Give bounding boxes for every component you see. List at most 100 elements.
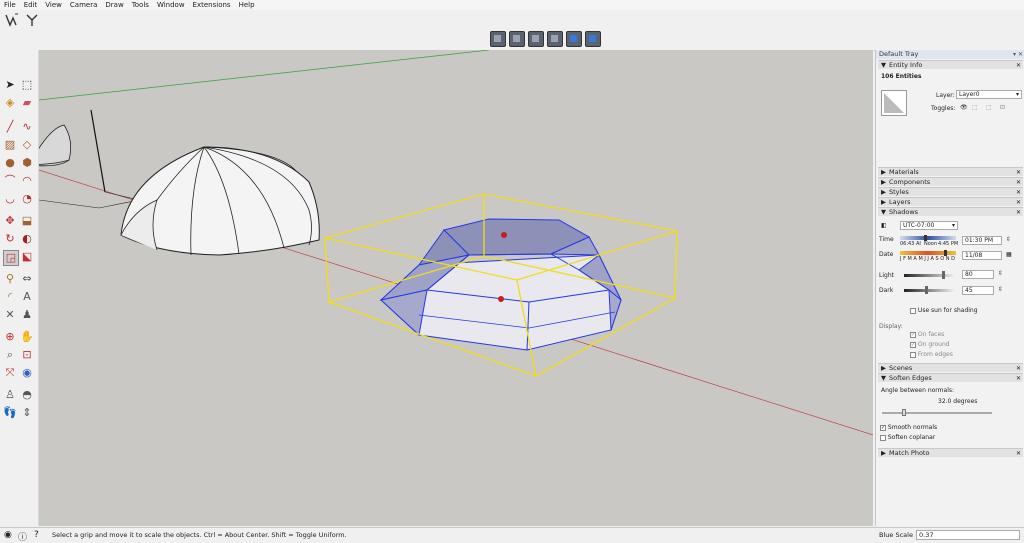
menu-edit[interactable]: Edit — [20, 0, 42, 10]
lock-icon[interactable]: ⊡ — [1000, 104, 1005, 111]
on-ground-checkbox[interactable]: ✓ On ground — [910, 341, 950, 348]
3d-text-icon[interactable]: ♟ — [20, 308, 34, 322]
menu-tools[interactable]: Tools — [128, 0, 153, 10]
date-input[interactable]: 11/08 — [962, 251, 1002, 260]
make-component-icon[interactable]: ⬚ — [20, 78, 34, 92]
smooth-normals-checkbox[interactable]: ✓ Smooth normals — [880, 424, 937, 431]
push-pull-icon[interactable]: ⬓ — [20, 214, 34, 228]
dark-slider[interactable] — [904, 289, 954, 292]
light-spinner-icon[interactable]: ⇳ — [998, 270, 1003, 277]
geo-location-icon[interactable]: ◉ — [4, 530, 12, 540]
use-sun-box[interactable] — [910, 307, 916, 314]
left-view-icon[interactable] — [585, 31, 601, 47]
zoom-icon[interactable]: ⌕ — [3, 348, 17, 362]
look-around-icon[interactable]: ◓ — [20, 388, 34, 402]
angle-slider-thumb[interactable] — [902, 409, 906, 416]
panel-match-photo-header[interactable]: ▶ Match Photo ✕ — [878, 448, 1023, 457]
date-slider[interactable] — [900, 251, 956, 255]
rotated-rectangle-icon[interactable]: ◇ — [20, 138, 34, 152]
paint-bucket-icon[interactable]: ◈ — [3, 96, 17, 110]
sandbox-smoove-icon[interactable] — [24, 12, 40, 28]
zoom-extents-icon[interactable]: ⤧ — [3, 366, 17, 380]
soften-coplanar-checkbox[interactable]: Soften coplanar — [880, 434, 935, 441]
calendar-icon[interactable]: ▦ — [1006, 251, 1012, 258]
layer-select[interactable]: Layer0 ▾ — [956, 90, 1022, 99]
rotate-icon[interactable]: ↻ — [3, 232, 17, 246]
time-slider[interactable] — [900, 236, 956, 240]
offset-icon[interactable]: ⬕ — [20, 250, 34, 264]
tape-measure-icon[interactable]: ⚲ — [3, 272, 17, 286]
dark-slider-thumb[interactable] — [924, 286, 928, 294]
dimension-icon[interactable]: ⇔ — [20, 272, 34, 286]
panel-materials-header[interactable]: ▶ Materials ✕ — [878, 167, 1023, 176]
right-view-icon[interactable] — [547, 31, 563, 47]
help-icon[interactable]: ? — [34, 530, 39, 540]
time-input[interactable]: 01:30 PM — [962, 236, 1002, 245]
receive-shadows-icon[interactable]: ⬚ — [986, 104, 992, 111]
follow-me-icon[interactable]: ◐ — [20, 232, 34, 246]
position-camera-icon[interactable]: ♙ — [3, 388, 17, 402]
previous-view-icon[interactable]: ◉ — [20, 366, 34, 380]
scale-icon[interactable]: ◲ — [3, 250, 19, 266]
circle-icon[interactable]: ● — [3, 156, 17, 170]
polygon-icon[interactable]: ⬢ — [20, 156, 34, 170]
zoom-window-icon[interactable]: ⊡ — [20, 348, 34, 362]
soften-coplanar-box[interactable] — [880, 434, 886, 441]
measurements-input[interactable]: 0.37 — [916, 530, 1020, 540]
timezone-select[interactable]: UTC-07:00 ▾ — [900, 221, 958, 230]
rectangle-icon[interactable]: ▨ — [3, 138, 17, 152]
axes-icon[interactable]: ✕ — [3, 308, 17, 322]
panel-scenes-header[interactable]: ▶ Scenes ✕ — [878, 363, 1023, 372]
panel-soften-edges-header[interactable]: ▼ Soften Edges ✕ — [878, 373, 1023, 382]
arc-icon[interactable]: ⌒ — [3, 174, 17, 188]
tray-window-controls[interactable]: ▾ ✕ — [1013, 50, 1023, 59]
menu-view[interactable]: View — [41, 0, 66, 10]
cast-shadows-icon[interactable]: ⬚ — [972, 104, 978, 111]
shadow-toggle-icon[interactable]: ◧ — [881, 222, 887, 229]
section-plane-icon[interactable]: ⇕ — [20, 406, 34, 420]
protractor-icon[interactable]: ◜ — [3, 290, 17, 304]
credits-icon[interactable]: ⓘ — [18, 530, 27, 543]
model-viewport[interactable] — [39, 50, 873, 526]
freehand-icon[interactable]: ∿ — [20, 120, 34, 134]
top-view-icon[interactable] — [509, 31, 525, 47]
panel-entity-info-header[interactable]: ▼ Entity Info ✕ — [878, 60, 1023, 69]
move-icon[interactable]: ✥ — [3, 214, 17, 228]
dark-input[interactable]: 45 — [962, 286, 994, 295]
menu-window[interactable]: Window — [153, 0, 189, 10]
model-canvas[interactable] — [39, 50, 873, 526]
menu-camera[interactable]: Camera — [66, 0, 101, 10]
menu-extensions[interactable]: Extensions — [189, 0, 235, 10]
back-view-icon[interactable] — [566, 31, 582, 47]
panel-shadows-header[interactable]: ▼ Shadows ✕ — [878, 207, 1023, 216]
panel-styles-header[interactable]: ▶ Styles ✕ — [878, 187, 1023, 196]
light-slider-thumb[interactable] — [942, 271, 945, 279]
light-slider[interactable] — [904, 274, 954, 277]
dark-spinner-icon[interactable]: ⇳ — [998, 286, 1003, 293]
use-sun-checkbox[interactable]: Use sun for shading — [910, 307, 978, 314]
front-view-icon[interactable] — [528, 31, 544, 47]
select-icon[interactable]: ➤ — [3, 78, 17, 92]
iso-view-icon[interactable] — [490, 31, 506, 47]
menu-file[interactable]: File — [0, 0, 20, 10]
light-input[interactable]: 80 — [962, 270, 994, 279]
pie-icon[interactable]: ◔ — [20, 192, 34, 206]
orbit-icon[interactable]: ⊕ — [3, 330, 17, 344]
angle-slider[interactable] — [882, 412, 992, 414]
time-spinner-icon[interactable]: ⇳ — [1006, 236, 1011, 243]
eraser-icon[interactable]: ▰ — [20, 96, 34, 110]
visibility-toggle-icon[interactable]: 👁 — [960, 104, 968, 111]
from-edges-box[interactable] — [910, 351, 916, 358]
from-edges-checkbox[interactable]: From edges — [910, 351, 953, 358]
on-faces-checkbox[interactable]: ✓ On faces — [910, 331, 944, 338]
pan-icon[interactable]: ✋ — [20, 330, 34, 344]
three-point-arc-icon[interactable]: ◡ — [3, 192, 17, 206]
panel-components-header[interactable]: ▶ Components ✕ — [878, 177, 1023, 186]
sandbox-from-contours-icon[interactable] — [4, 12, 20, 28]
menu-draw[interactable]: Draw — [101, 0, 127, 10]
text-icon[interactable]: A — [20, 290, 34, 304]
menu-help[interactable]: Help — [235, 0, 259, 10]
panel-layers-header[interactable]: ▶ Layers ✕ — [878, 197, 1023, 206]
two-point-arc-icon[interactable]: ◠ — [20, 174, 34, 188]
line-icon[interactable]: ╱ — [3, 120, 17, 134]
